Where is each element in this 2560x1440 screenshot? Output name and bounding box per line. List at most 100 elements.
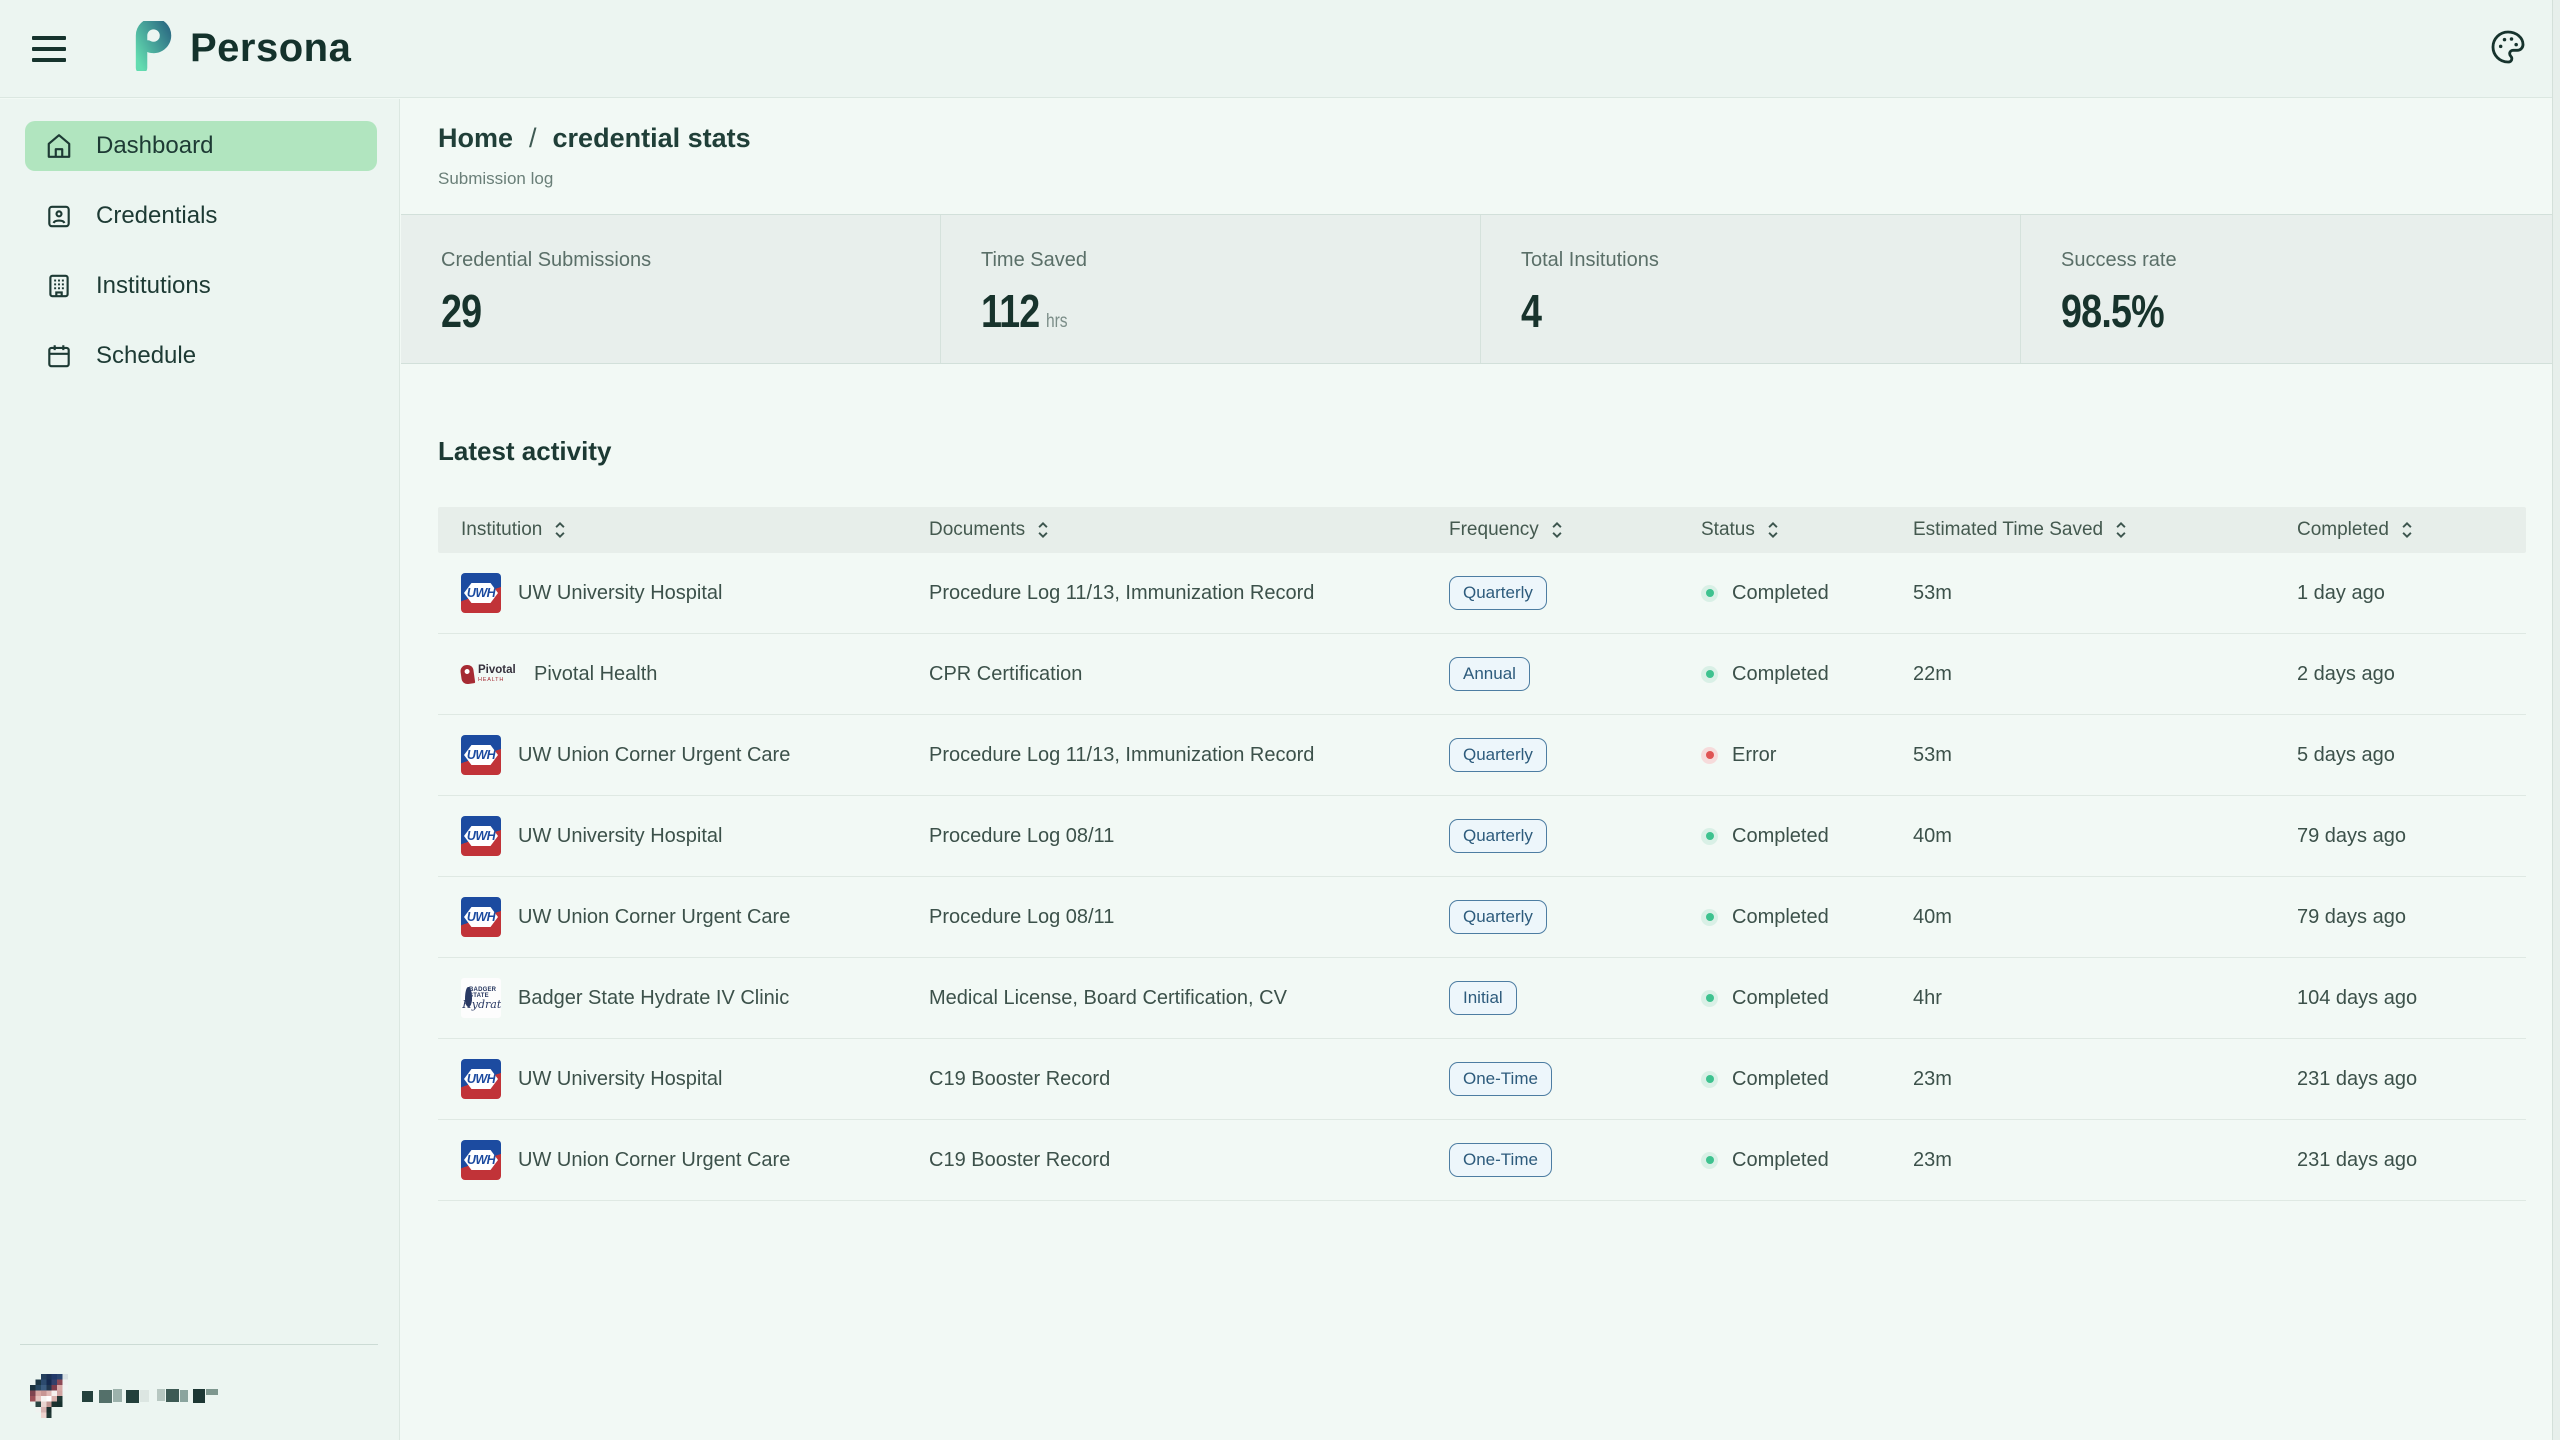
sort-icon [2400,520,2414,540]
stat-unit: hrs [1046,311,1068,333]
status-cell: Error [1701,744,1913,767]
stats-band: Credential Submissions 29 Time Saved 112… [401,214,2560,364]
status-label: Completed [1732,1149,1829,1172]
documents-cell: Procedure Log 11/13, Immunization Record [929,582,1449,605]
completed-cell: 104 days ago [2297,987,2526,1010]
status-cell: Completed [1701,987,1913,1010]
frequency-badge: One-Time [1449,1143,1552,1177]
pivotal-health-logo: PivotalHEALTH [461,654,517,694]
stat-card: Credential Submissions 29 [401,215,941,363]
status-dot [1701,1071,1718,1088]
sort-icon [1550,520,1564,540]
breadcrumb: Home / credential stats [438,123,2560,154]
stat-value: 29 [441,284,481,338]
uwh-logo: UWH [461,573,501,613]
column-header-completed[interactable]: Completed [2297,519,2526,541]
table-row[interactable]: UWH UW Union Corner Urgent Care C19 Boos… [438,1120,2526,1201]
documents-cell: CPR Certification [929,663,1449,686]
institution-name: UW University Hospital [518,582,722,605]
time-saved-cell: 22m [1913,663,2297,686]
stat-value: 4 [1521,284,1541,338]
column-header-status[interactable]: Status [1701,519,1913,541]
completed-cell: 79 days ago [2297,825,2526,848]
sidebar-divider [20,1344,378,1345]
table-header-row: Institution Documents Frequency Status [438,507,2526,553]
status-dot [1701,828,1718,845]
documents-cell: C19 Booster Record [929,1149,1449,1172]
column-header-documents[interactable]: Documents [929,519,1449,541]
status-dot [1701,747,1718,764]
app-header: Persona [0,0,2560,98]
institution-name: Badger State Hydrate IV Clinic [518,987,789,1010]
user-name-redacted [82,1388,220,1404]
status-cell: Completed [1701,1149,1913,1172]
status-dot [1701,990,1718,1007]
documents-cell: Procedure Log 08/11 [929,825,1449,848]
sidebar-item-credentials[interactable]: Credentials [25,191,377,241]
frequency-badge: Annual [1449,657,1530,691]
user-profile[interactable] [30,1374,220,1418]
table-row[interactable]: BADGER STATEHydrate Badger State Hydrate… [438,958,2526,1039]
app-title: Persona [190,26,351,71]
activity-table: Institution Documents Frequency Status [438,507,2526,1201]
breadcrumb-home-link[interactable]: Home [438,123,513,154]
status-label: Completed [1732,906,1829,929]
table-row[interactable]: PivotalHEALTH Pivotal Health CPR Certifi… [438,634,2526,715]
hamburger-menu-icon[interactable] [32,31,76,67]
page-subtitle: Submission log [438,169,2560,189]
completed-cell: 231 days ago [2297,1068,2526,1091]
status-dot [1701,585,1718,602]
table-row[interactable]: UWH UW Union Corner Urgent Care Procedur… [438,715,2526,796]
sidebar-footer [0,1344,399,1440]
column-header-estimated-time-saved[interactable]: Estimated Time Saved [1913,519,2297,541]
sort-icon [2114,520,2128,540]
column-header-frequency[interactable]: Frequency [1449,519,1701,541]
sidebar-item-label: Schedule [96,342,196,370]
sidebar-nav: Dashboard Credentials Institutions Sched… [0,99,399,381]
status-label: Completed [1732,1068,1829,1091]
time-saved-cell: 40m [1913,906,2297,929]
institution-name: Pivotal Health [534,663,657,686]
status-label: Completed [1732,825,1829,848]
stat-card: Success rate 98.5% [2021,215,2560,363]
documents-cell: Medical License, Board Certification, CV [929,987,1449,1010]
table-row[interactable]: UWH UW University Hospital C19 Booster R… [438,1039,2526,1120]
stat-label: Time Saved [981,249,1480,272]
institution-name: UW Union Corner Urgent Care [518,744,790,767]
status-cell: Completed [1701,1068,1913,1091]
completed-cell: 5 days ago [2297,744,2526,767]
status-cell: Completed [1701,663,1913,686]
brand: Persona [132,21,351,76]
sidebar-item-dashboard[interactable]: Dashboard [25,121,377,171]
frequency-badge: Quarterly [1449,576,1547,610]
uwh-logo: UWH [461,1140,501,1180]
status-cell: Completed [1701,825,1913,848]
documents-cell: Procedure Log 08/11 [929,906,1449,929]
sidebar-item-institutions[interactable]: Institutions [25,261,377,311]
table-row[interactable]: UWH UW University Hospital Procedure Log… [438,553,2526,634]
table-row[interactable]: UWH UW University Hospital Procedure Log… [438,796,2526,877]
sidebar-item-schedule[interactable]: Schedule [25,331,377,381]
stat-value: 112 [981,284,1039,338]
time-saved-cell: 4hr [1913,987,2297,1010]
institution-name: UW University Hospital [518,825,722,848]
palette-icon[interactable] [2486,27,2530,71]
column-header-institution[interactable]: Institution [461,519,929,541]
documents-cell: Procedure Log 11/13, Immunization Record [929,744,1449,767]
scrollbar[interactable] [2552,0,2560,1440]
institution-name: UW Union Corner Urgent Care [518,906,790,929]
stat-label: Total Insitutions [1521,249,2020,272]
stat-label: Success rate [2061,249,2560,272]
time-saved-cell: 40m [1913,825,2297,848]
frequency-badge: Quarterly [1449,900,1547,934]
brand-logo-icon [132,21,174,76]
institution-name: UW University Hospital [518,1068,722,1091]
table-body: UWH UW University Hospital Procedure Log… [438,553,2526,1201]
institution-name: UW Union Corner Urgent Care [518,1149,790,1172]
completed-cell: 79 days ago [2297,906,2526,929]
uwh-logo: UWH [461,897,501,937]
table-row[interactable]: UWH UW Union Corner Urgent Care Procedur… [438,877,2526,958]
time-saved-cell: 53m [1913,582,2297,605]
completed-cell: 1 day ago [2297,582,2526,605]
status-label: Completed [1732,987,1829,1010]
